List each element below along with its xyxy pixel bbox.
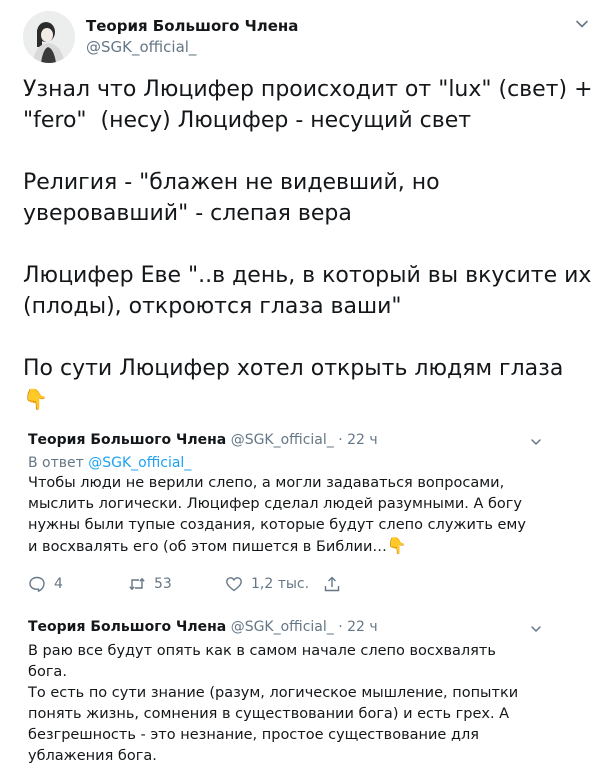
pointing-down-emoji-icon: 👇: [386, 536, 407, 555]
reply-text: Чтобы люди не верили слепо, а могли зада…: [28, 473, 538, 558]
author-name[interactable]: Теория Большого Члена: [86, 17, 298, 35]
separator-dot: ·: [338, 432, 343, 448]
chevron-down-icon[interactable]: [530, 623, 542, 635]
reply-header: Теория Большого Члена @SGK_official_ · 2…: [28, 619, 578, 639]
tweet-header: Теория Большого Члена @SGK_official_: [23, 11, 593, 65]
reply-text-content: Чтобы люди не верили слепо, а могли зада…: [28, 475, 526, 555]
avatar[interactable]: [23, 11, 75, 63]
reply-tweet[interactable]: Теория Большого Члена @SGK_official_ · 2…: [28, 619, 578, 767]
reply-text: В раю все будут опять как в самом начале…: [28, 641, 538, 767]
tweet-paragraph: Люцифер Еве "..в день, в который вы вкус…: [23, 263, 599, 319]
retweet-action[interactable]: 53: [128, 575, 172, 593]
reply-time[interactable]: 22 ч: [347, 432, 378, 448]
reply-author-handle[interactable]: @SGK_official_: [231, 619, 334, 635]
tweet-actions: 4 53 1,2 тыс.: [28, 575, 578, 599]
tweet-paragraph-last: По сути Люцифер хотел открыть людям глаз…: [23, 353, 593, 415]
reply-header: Теория Большого Члена @SGK_official_ · 2…: [28, 432, 578, 452]
reply-action[interactable]: 4: [28, 575, 63, 593]
separator-dot: ·: [338, 619, 343, 635]
retweet-count: 53: [154, 576, 172, 592]
reply-to-label: В ответ: [28, 455, 84, 471]
reply-to-link[interactable]: @SGK_official_: [88, 455, 191, 471]
reply-icon: [29, 576, 45, 592]
reply-count: 4: [54, 576, 63, 592]
reply-time[interactable]: 22 ч: [347, 619, 378, 635]
reply-to-line: В ответ @SGK_official_: [28, 455, 578, 471]
share-icon: [324, 576, 340, 592]
reply-author-name[interactable]: Теория Большого Члена: [28, 432, 226, 448]
reply-paragraph: То есть по сути знание (разум, логическо…: [28, 685, 519, 764]
heart-icon: [226, 577, 242, 592]
share-action[interactable]: [323, 575, 341, 593]
tweet-paragraph: Религия - "блажен не видевший, но уверов…: [23, 170, 447, 226]
reply-author-name[interactable]: Теория Большого Члена: [28, 619, 226, 635]
like-count: 1,2 тыс.: [251, 576, 310, 592]
tweet-paragraph-text: По сути Люцифер хотел открыть людям глаз…: [23, 356, 564, 381]
chevron-down-icon[interactable]: [575, 17, 589, 31]
pointing-down-emoji-icon: 👇: [23, 387, 48, 411]
tweet-paragraph: Узнал что Люцифер происходит от "lux" (с…: [23, 77, 600, 133]
tweet-text: Узнал что Люцифер происходит от "lux" (с…: [23, 74, 593, 415]
reply-tweet[interactable]: Теория Большого Члена @SGK_official_ · 2…: [28, 432, 578, 599]
chevron-down-icon[interactable]: [530, 436, 542, 448]
reply-author-handle[interactable]: @SGK_official_: [231, 432, 334, 448]
retweet-icon: [129, 577, 145, 591]
like-action[interactable]: 1,2 тыс.: [225, 575, 309, 593]
author-handle[interactable]: @SGK_official_: [86, 38, 196, 56]
avatar-image: [23, 11, 75, 63]
reply-paragraph: В раю все будут опять как в самом начале…: [28, 643, 496, 680]
